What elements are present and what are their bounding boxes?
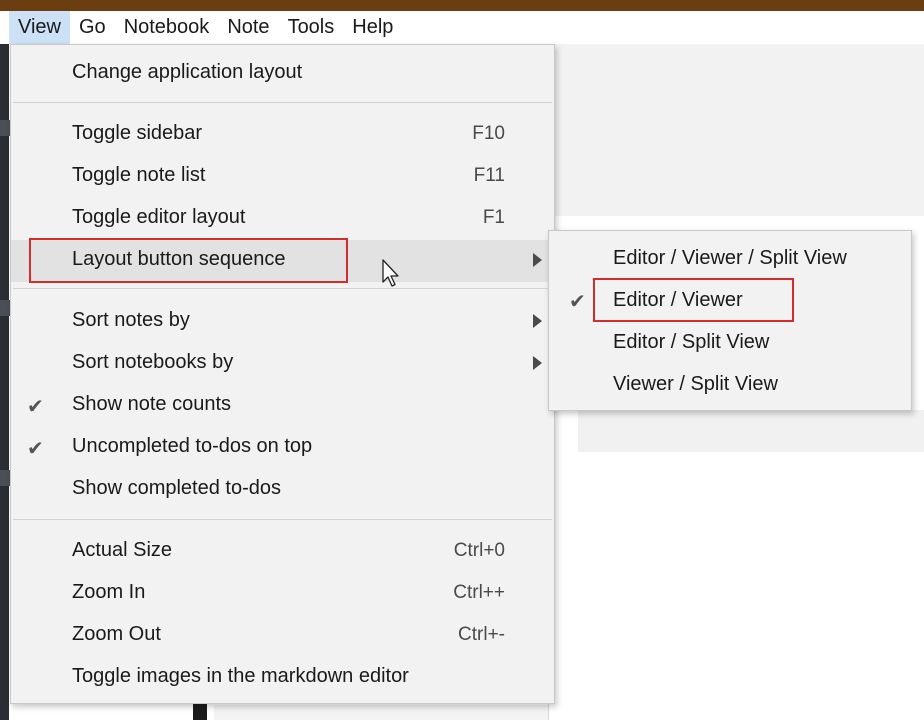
check-icon: ✔ [27, 396, 44, 418]
menu-item-label: Show note counts [72, 393, 231, 415]
menu-item-shortcut: F11 [473, 165, 505, 186]
menu-item-actual-size[interactable]: Actual Size Ctrl+0 [11, 531, 554, 573]
menu-help[interactable]: Help [343, 11, 402, 44]
menu-separator [13, 102, 552, 103]
menu-tools[interactable]: Tools [279, 11, 344, 44]
menu-item-label: Uncompleted to-dos on top [72, 435, 313, 457]
menu-go[interactable]: Go [70, 11, 115, 44]
menu-item-shortcut: Ctrl+- [458, 624, 505, 645]
menu-item-uncompleted-todos-on-top[interactable]: ✔ Uncompleted to-dos on top [11, 427, 554, 469]
view-menu: Change application layout Toggle sidebar… [10, 44, 555, 704]
menu-item-shortcut: F1 [482, 207, 505, 228]
menu-note[interactable]: Note [218, 11, 278, 44]
menu-separator [13, 288, 552, 289]
highlight-layout-button-sequence [29, 238, 348, 283]
menu-item-toggle-images-markdown[interactable]: Toggle images in the markdown editor [11, 657, 554, 699]
submenu-item-viewer-split[interactable]: Viewer / Split View [549, 364, 911, 406]
menu-item-toggle-editor-layout[interactable]: Toggle editor layout F1 [11, 198, 554, 240]
menu-item-label: Toggle images in the markdown editor [72, 665, 409, 687]
menu-separator [13, 519, 552, 520]
window-titlebar [0, 0, 924, 11]
highlight-editor-viewer [593, 278, 794, 322]
menu-view[interactable]: View [9, 11, 70, 44]
menu-item-show-completed-todos[interactable]: Show completed to-dos [11, 469, 554, 511]
app-sidebar [0, 44, 9, 720]
menu-item-shortcut: Ctrl++ [453, 582, 505, 603]
menu-item-shortcut: F10 [472, 123, 505, 144]
note-list-footer [214, 705, 548, 720]
menu-item-zoom-out[interactable]: Zoom Out Ctrl+- [11, 615, 554, 657]
submenu-item-editor-split[interactable]: Editor / Split View [549, 322, 911, 364]
check-icon: ✔ [27, 438, 44, 460]
note-list-panel [552, 36, 924, 216]
menu-item-label: Toggle editor layout [72, 206, 246, 228]
submenu-arrow-icon [533, 356, 542, 370]
submenu-item-label: Viewer / Split View [613, 373, 778, 395]
menu-item-label: Show completed to-dos [72, 477, 282, 499]
menu-item-show-note-counts[interactable]: ✔ Show note counts [11, 385, 554, 427]
menu-item-change-application-layout[interactable]: Change application layout [11, 53, 554, 95]
submenu-item-label: Editor / Split View [613, 331, 770, 353]
menu-item-label: Sort notebooks by [72, 351, 234, 373]
menu-item-label: Zoom In [72, 581, 146, 603]
menu-item-label: Toggle sidebar [72, 122, 203, 144]
submenu-arrow-icon [533, 314, 542, 328]
menu-item-label: Change application layout [72, 61, 303, 83]
menu-item-toggle-sidebar[interactable]: Toggle sidebar F10 [11, 114, 554, 156]
menu-item-shortcut: Ctrl+0 [453, 540, 505, 561]
submenu-item-editor-viewer-split[interactable]: Editor / Viewer / Split View [549, 238, 911, 280]
menu-item-zoom-in[interactable]: Zoom In Ctrl++ [11, 573, 554, 615]
menu-item-label: Toggle note list [72, 164, 206, 186]
note-editor-toolbar [578, 410, 924, 452]
menu-bar: View Go Notebook Note Tools Help [0, 11, 924, 44]
check-icon: ✔ [569, 291, 586, 313]
submenu-arrow-icon [533, 253, 542, 267]
submenu-item-label: Editor / Viewer / Split View [613, 247, 847, 269]
menu-item-label: Actual Size [72, 539, 173, 561]
menu-notebook[interactable]: Notebook [115, 11, 219, 44]
mouse-cursor-icon [382, 259, 399, 287]
menu-item-sort-notebooks-by[interactable]: Sort notebooks by [11, 343, 554, 385]
menu-item-sort-notes-by[interactable]: Sort notes by [11, 301, 554, 343]
menu-item-toggle-note-list[interactable]: Toggle note list F11 [11, 156, 554, 198]
menu-item-label: Zoom Out [72, 623, 161, 645]
menu-item-label: Sort notes by [72, 309, 190, 331]
